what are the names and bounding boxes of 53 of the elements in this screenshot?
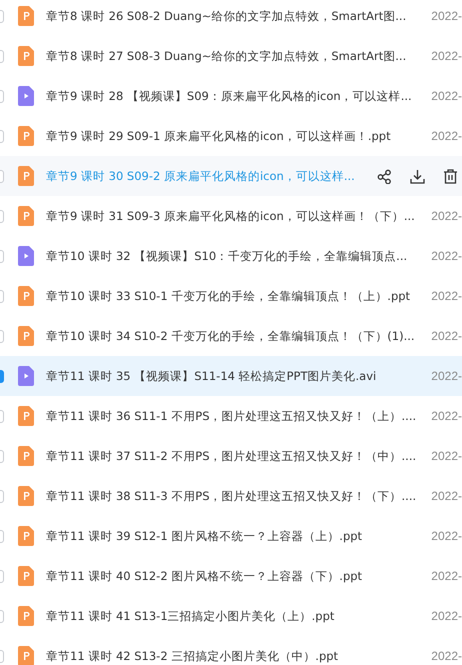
file-name[interactable]: 章节11 课时 36 S11-1 不用PS，图片处理这五招又快又好！（上）.... bbox=[46, 408, 424, 424]
date-text: 2022- bbox=[431, 489, 462, 503]
file-name[interactable]: 章节11 课时 39 S12-1 图片风格不统一？上容器（上）.ppt bbox=[46, 528, 424, 544]
presentation-file-icon bbox=[18, 526, 34, 546]
presentation-file-icon bbox=[18, 206, 34, 226]
download-icon[interactable] bbox=[410, 168, 425, 184]
presentation-file-icon bbox=[18, 6, 34, 26]
presentation-file-icon bbox=[18, 406, 34, 426]
file-name[interactable]: 章节11 课时 41 S13-1三招搞定小图片美化（上）.ppt bbox=[46, 608, 424, 624]
presentation-file-icon bbox=[18, 326, 34, 346]
presentation-file-icon bbox=[18, 166, 34, 186]
file-name[interactable]: 章节8 课时 27 S08-3 Duang~给你的文字加点特效，SmartArt图... bbox=[46, 48, 424, 64]
date-text: 2022- bbox=[431, 289, 462, 303]
date-text: 2022- bbox=[431, 369, 462, 383]
date-text: 2022- bbox=[431, 329, 462, 343]
file-name[interactable]: 章节11 课时 38 S11-3 不用PS，图片处理这五招又快又好！（下）.... bbox=[46, 488, 424, 504]
presentation-file-icon bbox=[18, 646, 34, 665]
date-text: 2022- bbox=[431, 609, 462, 623]
file-name[interactable]: 章节11 课时 42 S13-2 三招搞定小图片美化（中）.ppt bbox=[46, 648, 424, 664]
file-name[interactable]: 章节11 课时 35 【视频课】S11-14 轻松搞定PPT图片美化.avi bbox=[46, 368, 424, 384]
date-text: 2022- bbox=[431, 89, 462, 103]
presentation-file-icon bbox=[18, 566, 34, 586]
presentation-file-icon bbox=[18, 486, 34, 506]
file-name[interactable]: 章节10 课时 33 S10-1 千变万化的手绘，全靠编辑顶点！（上）.ppt bbox=[46, 288, 424, 304]
date-text: 2022- bbox=[431, 649, 462, 663]
file-name[interactable]: 章节10 课时 32 【视频课】S10：千变万化的手绘，全靠编辑顶点... bbox=[46, 248, 424, 264]
file-name[interactable]: 章节11 课时 37 S11-2 不用PS，图片处理这五招又快又好！（中）.... bbox=[46, 448, 424, 464]
date-text: 2022- bbox=[431, 449, 462, 463]
file-name[interactable]: 章节9 课时 31 S09-3 原来扁平化风格的icon，可以这样画！（下）... bbox=[46, 208, 424, 224]
file-name[interactable]: 章节11 课时 40 S12-2 图片风格不统一？上容器（下）.ppt bbox=[46, 568, 424, 584]
date-text: 2022- bbox=[431, 249, 462, 263]
date-text: 2022- bbox=[431, 9, 462, 23]
video-file-icon bbox=[18, 366, 34, 386]
video-file-icon bbox=[18, 86, 34, 106]
date-text: 2022- bbox=[431, 409, 462, 423]
presentation-file-icon bbox=[18, 46, 34, 66]
video-file-icon bbox=[18, 246, 34, 266]
file-name[interactable]: 章节8 课时 26 S08-2 Duang~给你的文字加点特效，SmartArt图... bbox=[46, 8, 424, 24]
date-text: 2022- bbox=[431, 529, 462, 543]
file-name[interactable]: 章节10 课时 34 S10-2 千变万化的手绘，全靠编辑顶点！（下）(1)... bbox=[46, 328, 424, 344]
date-text: 2022- bbox=[431, 209, 462, 223]
presentation-file-icon bbox=[18, 126, 34, 146]
date-text: 2022- bbox=[431, 129, 462, 143]
presentation-file-icon bbox=[18, 446, 34, 466]
presentation-file-icon bbox=[18, 286, 34, 306]
delete-icon[interactable] bbox=[443, 168, 458, 184]
share-icon[interactable] bbox=[377, 168, 392, 184]
date-text: 2022- bbox=[431, 569, 462, 583]
date-text: 2022- bbox=[431, 49, 462, 63]
file-name[interactable]: 章节9 课时 28 【视频课】S09：原来扁平化风格的icon，可以这样... bbox=[46, 88, 424, 104]
file-name[interactable]: 章节9 课时 29 S09-1 原来扁平化风格的icon，可以这样画！.ppt bbox=[46, 128, 424, 144]
presentation-file-icon bbox=[18, 606, 34, 626]
file-row[interactable]: 章节11 课时 35 【视频课】S11-14 轻松搞定PPT图片美化.avi 2022- bbox=[0, 356, 462, 396]
